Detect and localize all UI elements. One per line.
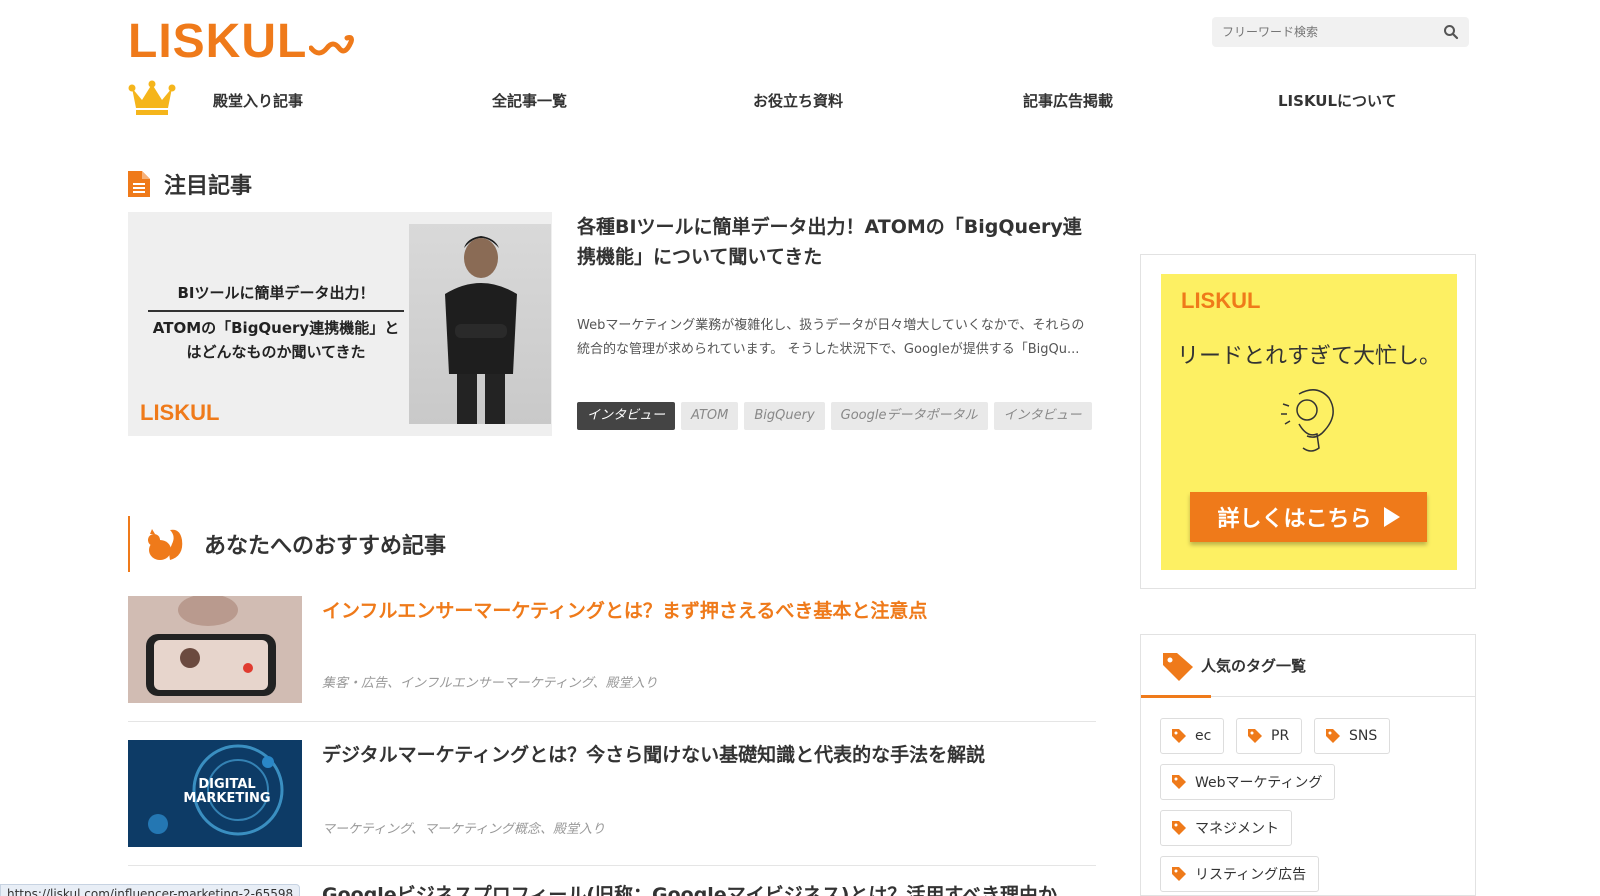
tag-icon: [1326, 729, 1340, 743]
ad-banner[interactable]: LISKUL リードとれすぎて大忙し。 詳しくはこちら: [1161, 274, 1457, 570]
nav-resources[interactable]: お役立ち資料: [753, 90, 843, 111]
popular-tag-listing-ads[interactable]: リスティング広告: [1160, 856, 1320, 892]
tag-chip[interactable]: Googleデータポータル: [830, 402, 988, 430]
popular-tag-label: Webマーケティング: [1195, 775, 1323, 791]
tag-icon: [1172, 867, 1186, 881]
featured-section-header: 注目記事: [128, 168, 252, 200]
featured-article-excerpt: Webマーケティング業務が複雑化し、扱うデータが日々増大していくなかで、それらの…: [577, 318, 1085, 357]
squirrel-tail-icon: [309, 34, 355, 55]
tag-icon: [1172, 775, 1186, 789]
featured-image-divider: [148, 310, 404, 312]
tag-chip[interactable]: インタビュー: [577, 402, 676, 430]
recommended-section-header: あなたへのおすすめ記事: [128, 516, 446, 572]
featured-section-title: 注目記事: [164, 174, 253, 199]
popular-tag-pr[interactable]: PR: [1236, 718, 1303, 754]
featured-image[interactable]: BIツールに簡単データ出力！ ATOMの「BigQuery連携機能」とはどんなも…: [128, 212, 552, 436]
ad-cta-label: 詳しくはこちら: [1217, 507, 1372, 532]
squirrel-busy-illustration: [1281, 389, 1334, 452]
article-categories[interactable]: マーケティング、マーケティング概念、殿堂入り: [322, 818, 605, 837]
tag-icon: [1172, 729, 1186, 743]
article-list-item[interactable]: DIGITAL MARKETING デジタルマーケティングとは？今さら聞けない基…: [128, 740, 1096, 866]
crown-icon: [128, 80, 176, 115]
featured-image-caption-2: ATOMの「BigQuery連携機能」とはどんなものか聞いてきた: [152, 319, 400, 361]
tag-icon: [1248, 729, 1262, 743]
play-arrow-icon: [1383, 507, 1400, 527]
featured-tags: インタビュー ATOM BigQuery Googleデータポータル インタビュ…: [577, 402, 1097, 430]
nav-all-articles[interactable]: 全記事一覧: [492, 90, 567, 111]
article-categories[interactable]: 集客・広告、インフルエンサーマーケティング、殿堂入り: [322, 672, 658, 691]
tag-chip[interactable]: インタビュー: [993, 402, 1092, 430]
popular-tag-label: PR: [1271, 728, 1290, 744]
search-box[interactable]: [1212, 17, 1469, 47]
sidebar-ad[interactable]: LISKUL リードとれすぎて大忙し。 詳しくはこちら: [1140, 254, 1476, 589]
article-title[interactable]: デジタルマーケティングとは？今さら聞けない基礎知識と代表的な手法を解説: [322, 740, 985, 767]
ad-headline: リードとれすぎて大忙し。: [1176, 344, 1441, 369]
site-logo[interactable]: LISKUL: [128, 14, 355, 69]
popular-tag-label: マネジメント: [1195, 821, 1279, 837]
search-input[interactable]: [1222, 25, 1443, 39]
interviewee-photo: [409, 224, 551, 424]
article-title[interactable]: インフルエンサーマーケティングとは？まず押さえるべき基本と注意点: [322, 596, 927, 623]
popular-tag-label: SNS: [1349, 728, 1378, 744]
logo-text: LISKUL: [128, 15, 308, 68]
article-thumbnail[interactable]: [128, 596, 302, 703]
thumbnail-label: DIGITAL MARKETING: [183, 777, 271, 806]
nav-hall-of-fame[interactable]: 殿堂入り記事: [213, 90, 303, 111]
popular-tag-label: リスティング広告: [1195, 867, 1307, 883]
person-illustration: [445, 236, 517, 424]
nav-about[interactable]: LISKULについて: [1278, 90, 1397, 111]
popular-tag-management[interactable]: マネジメント: [1160, 810, 1292, 846]
tag-icon: [1172, 821, 1186, 835]
featured-image-caption-1: BIツールに簡単データ出力！: [177, 284, 375, 302]
header-accent-line: [1141, 695, 1211, 698]
search-icon[interactable]: [1443, 24, 1459, 40]
link-hover-status-url: https://liskul.com/influencer-marketing-…: [0, 884, 301, 896]
tag-chip[interactable]: BigQuery: [744, 402, 825, 430]
popular-tags-header: 人気のタグ一覧: [1141, 635, 1475, 698]
article-list-item[interactable]: インフルエンサーマーケティングとは？まず押さえるべき基本と注意点 集客・広告、イ…: [128, 596, 1096, 722]
ad-cta-button[interactable]: 詳しくはこちら: [1190, 492, 1427, 542]
tag-chip[interactable]: ATOM: [681, 402, 739, 430]
squirrel-icon: [148, 529, 183, 560]
popular-tag-label: ec: [1195, 728, 1212, 744]
featured-image-logo: LISKUL: [140, 400, 220, 425]
popular-tag-ec[interactable]: ec: [1160, 718, 1225, 754]
popular-tag-sns[interactable]: SNS: [1314, 718, 1391, 754]
featured-article-title[interactable]: 各種BIツールに簡単データ出力！ATOMの「BigQuery連携機能」について聞…: [577, 212, 1097, 272]
document-icon: [128, 171, 150, 197]
popular-tag-web-marketing[interactable]: Webマーケティング: [1160, 764, 1336, 800]
popular-tags-title: 人気のタグ一覧: [1201, 657, 1307, 675]
nav-advertise[interactable]: 記事広告掲載: [1023, 90, 1113, 111]
recommended-section-title: あなたへのおすすめ記事: [204, 534, 447, 559]
ad-logo: LISKUL: [1181, 288, 1261, 313]
article-title[interactable]: Googleビジネスプロフィール(旧称：Googleマイビジネス)とは？活用すべ…: [322, 880, 1057, 896]
tag-icon: [1163, 653, 1193, 681]
